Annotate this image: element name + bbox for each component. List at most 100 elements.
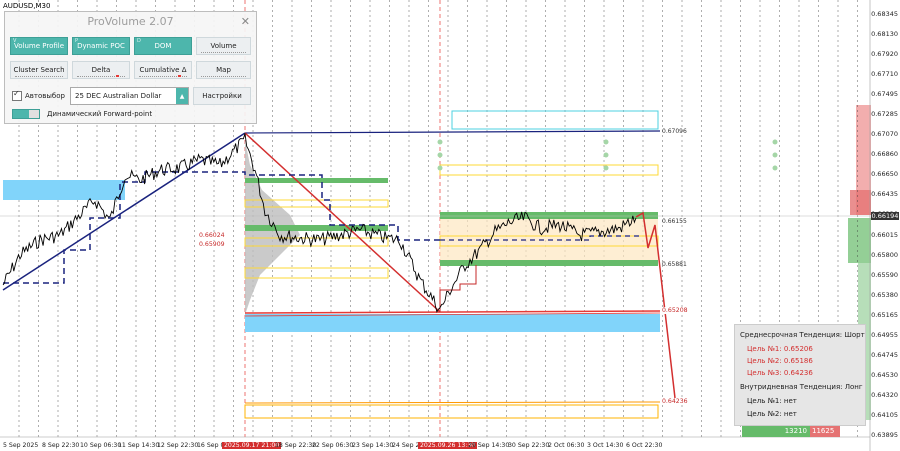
time-tick: 10 Sep 06:30 [80,442,122,449]
button-label: Volume Profile [13,42,65,50]
price-tick: 0.66860 [871,150,898,159]
level-label-top: 0.67096 [662,128,687,135]
price-tick: 0.64105 [871,410,898,419]
time-tick: 2025.09.17 21:00 [222,442,282,449]
instrument-value: 25 DEC Australian Dollar [75,92,162,100]
level-red-line [244,310,661,314]
time-tick: 18 Sep 22:30 [275,442,317,449]
price-tick: 0.66650 [871,170,898,179]
price-tick: 0.65590 [871,270,898,279]
green-band-2 [245,225,388,231]
time-tick: 11 Sep 14:30 [118,442,160,449]
time-tick: 22 Sep 06:30 [312,442,354,449]
green-band-4 [440,260,658,266]
price-tick: 0.67070 [871,130,898,139]
button-label: Cumulative Δ [139,66,187,74]
buy-volume: 13210 [742,426,810,437]
zone-skyblue-left [3,180,125,200]
time-tick: 6 Oct 22:30 [626,442,663,449]
level-dots [437,139,778,171]
time-tick: 12 Sep 22:30 [157,442,199,449]
volume-button[interactable]: Volume [196,37,251,55]
dynamic-poc-button[interactable]: P Dynamic POC [72,37,130,55]
level-label-left-a: 0.66024 [199,232,225,239]
time-tick: 3 Oct 14:30 [587,442,624,449]
time-tick: 8 Sep 22:30 [42,442,80,449]
price-tick: 0.67920 [871,50,898,59]
mid-target-1: Цель №1: 0.65206 [747,345,813,353]
time-tick: 30 Sep 22:30 [508,442,550,449]
current-price-tag: 0.66194 [871,212,899,220]
price-tick: 0.67285 [871,110,898,119]
price-tick: 0.65380 [871,290,898,299]
price-tick: 0.68345 [871,10,898,18]
cluster-search-button[interactable]: Cluster Search [10,61,68,79]
time-tick: 2 Oct 06:30 [548,442,585,449]
mid-term-title: Среднесрочная Тенденция: Шорт [740,331,865,339]
button-label: Cluster Search [13,66,65,74]
close-icon[interactable]: ✕ [241,15,250,28]
hotkey-label: D [137,38,141,44]
button-label: DOM [154,42,172,50]
zone-skyblue-bottom [245,314,660,332]
intra-target-1: Цель №1: нет [747,397,797,405]
cyan-box-top [451,110,659,130]
intraday-title: Внутридневная Тенденция: Лонг [740,383,863,391]
panel-title: ProVolume 2.07 [87,15,174,28]
price-tick: 0.67710 [871,70,898,79]
chevron-down-icon[interactable]: ▲ [176,88,188,104]
mid-target-2: Цель №2: 0.65186 [747,357,813,365]
volume-profile-button[interactable]: V Volume Profile [10,37,68,55]
instrument-select[interactable]: 25 DEC Australian Dollar ▲ [70,87,189,105]
price-tick: 0.65165 [871,310,898,319]
green-band-3 [440,212,658,219]
mid-target-3: Цель №3: 0.64236 [747,369,813,377]
green-band-1 [245,178,388,183]
price-tick: 0.64955 [871,330,898,339]
level-orange-line [244,401,661,404]
price-tick: 0.68130 [871,30,898,39]
price-tick: 0.65800 [871,250,898,259]
level-top-dashed [244,130,661,134]
time-tick: 29 Sep 14:30 [468,442,510,449]
settings-button[interactable]: Настройки [193,87,251,105]
button-label: Delta [91,66,111,74]
sell-volume: 11625 [810,426,840,437]
auto-select-checkbox[interactable]: Автовыбор [12,89,65,101]
indicator-dots [201,50,246,53]
provolume-panel[interactable]: ProVolume 2.07 ✕ V Volume Profile P Dyna… [4,11,257,124]
forward-point-label: Динамический Forward-point [47,110,153,118]
button-label: Настройки [202,92,242,100]
price-tick: 0.66435 [871,190,898,199]
price-tick: 0.63895 [871,431,898,439]
checkbox-icon[interactable] [12,89,22,101]
orange-boxes [244,404,659,419]
level-label-lower-green: 0.65881 [662,261,687,268]
time-tick: 5 Sep 2025 [3,442,39,449]
level-label-upper-green: 0.66155 [662,218,687,225]
price-tick: 0.67495 [871,90,898,99]
indicator-dots [201,74,246,77]
status-dot [116,75,119,77]
red-step-box [439,265,477,312]
status-dot [178,75,181,77]
intra-target-2: Цель №2: нет [747,410,797,418]
delta-button[interactable]: Delta [72,61,130,79]
price-tick: 0.64320 [871,390,898,399]
cumulative-delta-button[interactable]: Cumulative Δ [134,61,192,79]
hotkey-label: V [13,38,17,44]
dom-button[interactable]: D DOM [134,37,192,55]
price-tick: 0.66015 [871,230,898,239]
level-label-red: 0.65208 [662,307,688,314]
button-label: Map [216,66,231,74]
symbol-label: AUDUSD,M30 [3,2,51,10]
map-button[interactable]: Map [196,61,251,79]
auto-select-label: Автовыбор [25,92,65,100]
hotkey-label: P [75,38,79,44]
level-label-left-b: 0.65909 [199,241,225,248]
indicator-dots [15,74,63,77]
toggle-knob [29,110,39,118]
price-tick: 0.64530 [871,370,898,379]
price-tick: 0.64745 [871,350,898,359]
forward-point-toggle[interactable] [12,109,40,119]
